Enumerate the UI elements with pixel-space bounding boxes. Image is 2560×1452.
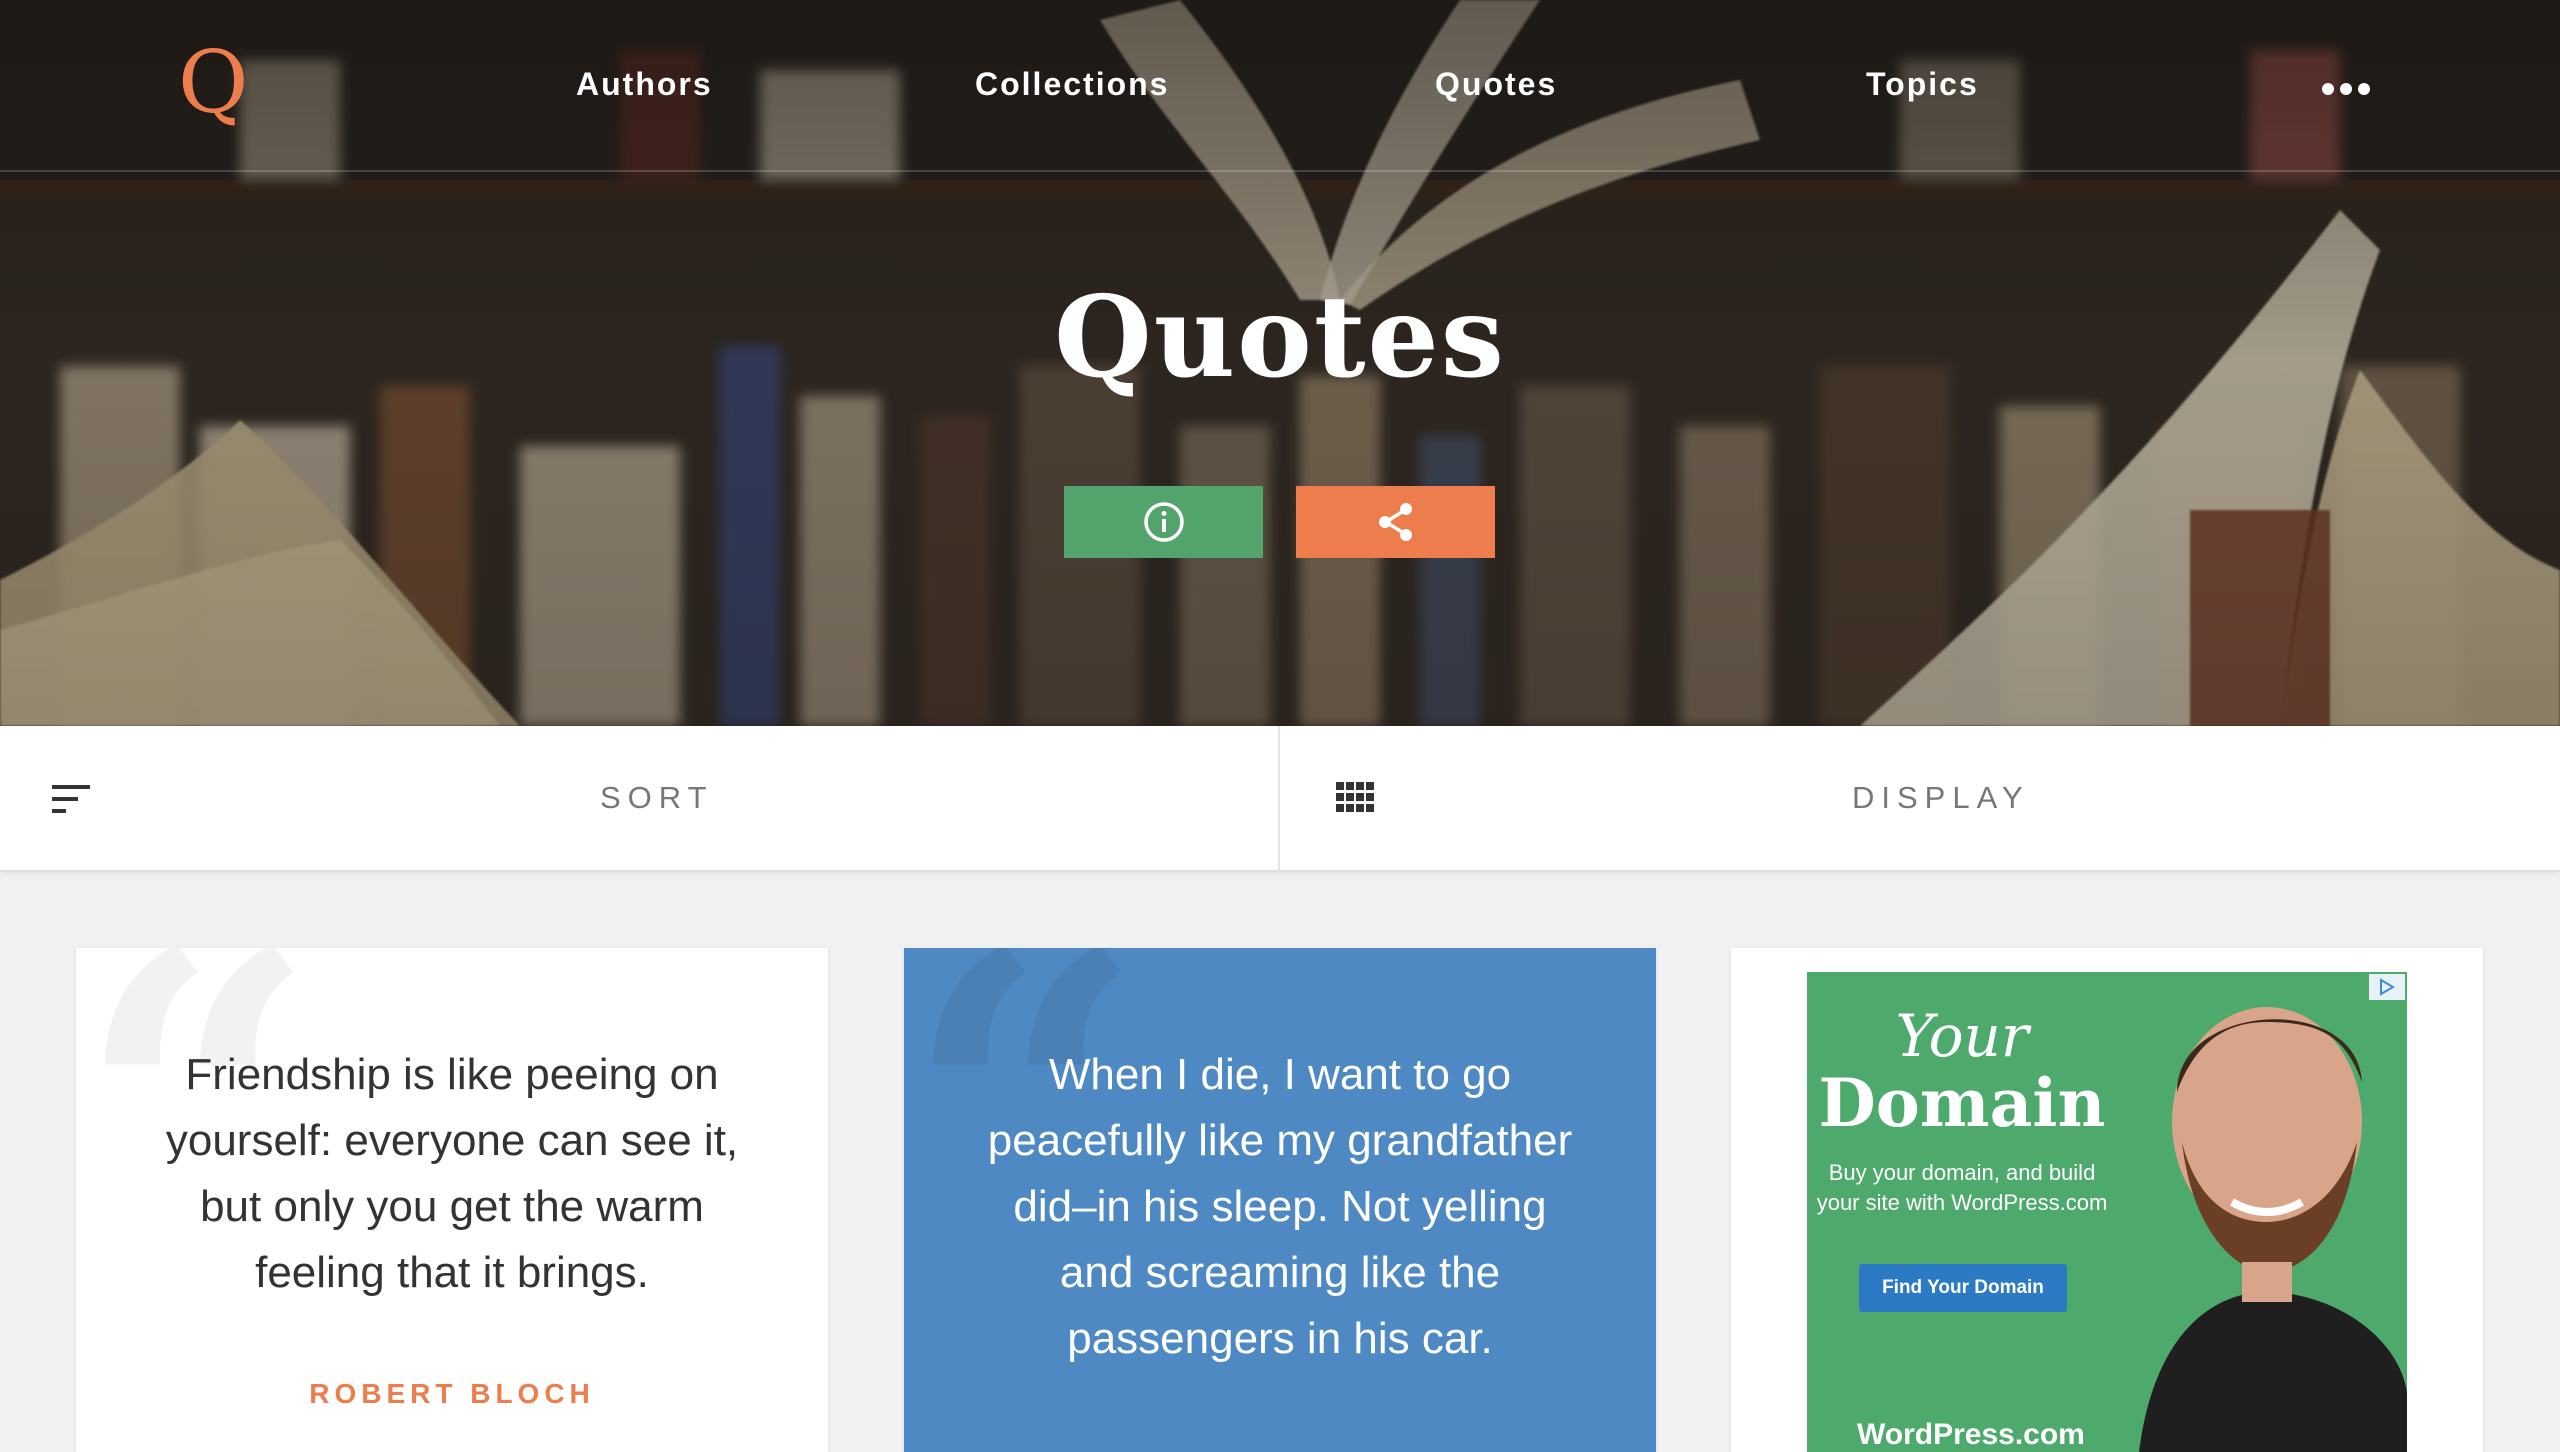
ad-person-image — [2139, 1007, 2407, 1452]
sort-button[interactable]: SORT — [0, 726, 1280, 872]
more-menu-icon[interactable] — [2322, 82, 2370, 96]
ad-choices-icon[interactable] — [2369, 974, 2405, 1000]
display-button[interactable]: DISPLAY — [1282, 726, 2560, 872]
share-button[interactable] — [1296, 486, 1495, 558]
display-label: DISPLAY — [1852, 780, 2030, 815]
ad-find-domain-button[interactable]: Find Your Domain — [1859, 1264, 2067, 1312]
ad-card: Your Domain Buy your domain, and build y… — [1731, 948, 2483, 1452]
ad-headline-line1: Your — [1895, 1002, 2029, 1070]
nav-link-collections[interactable]: Collections — [975, 66, 1169, 103]
info-icon — [1143, 502, 1184, 542]
quote-card[interactable]: “ When I die, I want to go peacefully li… — [904, 948, 1656, 1452]
share-icon — [1378, 503, 1412, 541]
page-title: Quotes — [1054, 272, 1506, 403]
quote-text: When I die, I want to go peacefully like… — [987, 1050, 1573, 1363]
top-navigation: Q Authors Collections Quotes Topics — [0, 0, 2560, 172]
ad-brand: WordPress.com — [1857, 1418, 2085, 1451]
nav-link-quotes[interactable]: Quotes — [1435, 66, 1557, 103]
quote-card[interactable]: “ Friendship is like peeing on yourself:… — [76, 948, 828, 1452]
nav-link-topics[interactable]: Topics — [1866, 66, 1979, 103]
sort-icon — [52, 785, 90, 813]
nav-link-authors[interactable]: Authors — [576, 66, 713, 103]
grid-icon — [1336, 782, 1374, 812]
ad-copy: Buy your domain, and build your site wit… — [1816, 1160, 2108, 1215]
sort-label: SORT — [600, 780, 714, 815]
info-button[interactable] — [1064, 486, 1263, 558]
advertisement[interactable]: Your Domain Buy your domain, and build y… — [1807, 972, 2407, 1452]
quote-text: Friendship is like peeing on yourself: e… — [165, 1050, 739, 1297]
quote-author[interactable]: ROBERT BLOCH — [76, 1378, 828, 1410]
site-logo[interactable]: Q — [178, 38, 249, 128]
ad-headline-line2: Domain — [1818, 1064, 2106, 1142]
sort-display-bar: SORT DISPLAY — [0, 726, 2560, 872]
